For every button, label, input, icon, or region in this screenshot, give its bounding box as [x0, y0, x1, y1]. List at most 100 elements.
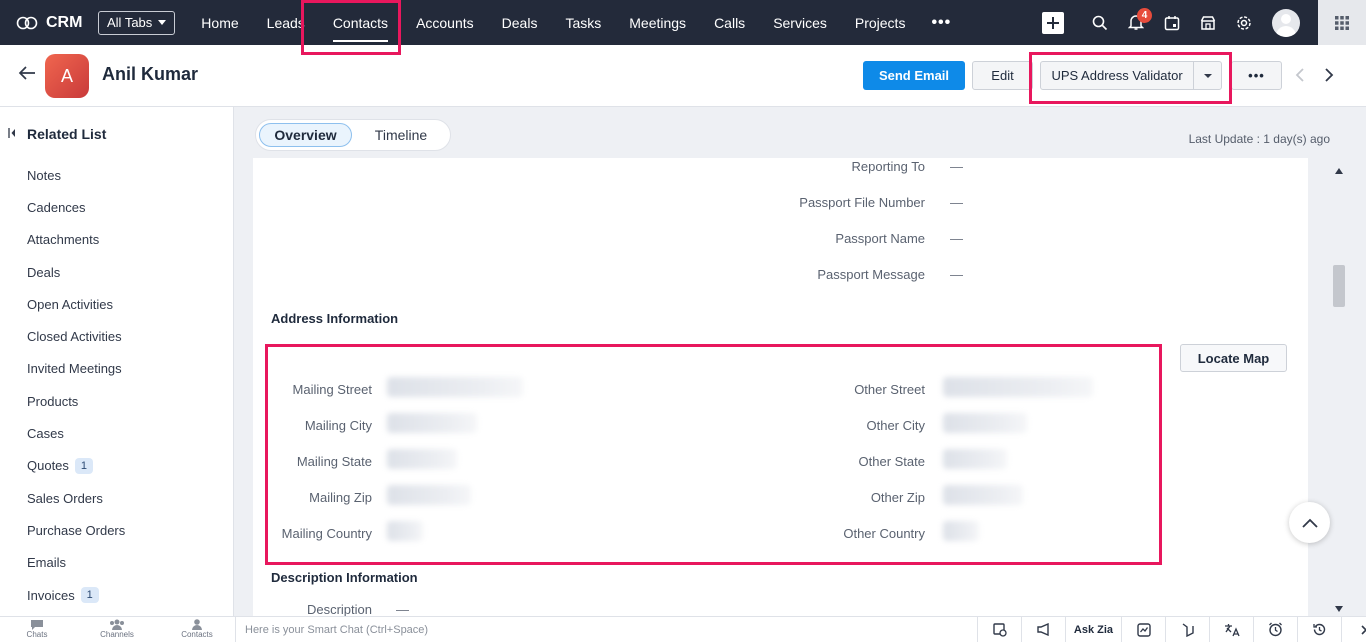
vertical-scrollbar[interactable] — [1330, 163, 1347, 616]
settings-button[interactable] — [1226, 0, 1262, 45]
calendar-icon — [1164, 15, 1180, 30]
more-tools-button[interactable] — [1341, 617, 1366, 642]
tab-services[interactable]: Services — [759, 0, 841, 45]
search-button[interactable] — [1082, 0, 1118, 45]
send-email-button[interactable]: Send Email — [863, 61, 965, 90]
scroll-down-arrow-icon — [1335, 606, 1343, 612]
all-tabs-dropdown[interactable]: All Tabs — [98, 10, 176, 35]
count-badge: 1 — [74, 457, 93, 474]
channels-label: Channels — [100, 630, 134, 639]
related-item-notes[interactable]: Notes — [27, 159, 125, 191]
related-item-deals[interactable]: Deals — [27, 256, 125, 288]
field-value-mailing-state-redacted[interactable] — [387, 449, 457, 469]
tab-tasks[interactable]: Tasks — [551, 0, 615, 45]
store-icon — [1200, 15, 1216, 30]
field-value-other-country-redacted[interactable] — [943, 521, 979, 541]
create-new-button[interactable] — [1042, 11, 1064, 34]
translate-button[interactable] — [1209, 617, 1253, 642]
more-tabs-button[interactable]: ••• — [919, 0, 963, 45]
tab-overview[interactable]: Overview — [259, 123, 352, 147]
field-value-reporting-to[interactable]: — — [950, 159, 963, 174]
tab-timeline[interactable]: Timeline — [366, 123, 436, 147]
more-actions-button[interactable]: ••• — [1231, 61, 1282, 90]
field-value-passport-name[interactable]: — — [950, 231, 963, 246]
scroll-to-top-button[interactable] — [1289, 502, 1330, 543]
related-item-label: Purchase Orders — [27, 522, 126, 538]
top-navigation: CRM All Tabs Home Leads Contacts Account… — [0, 0, 1366, 45]
related-item-sales-orders[interactable]: Sales Orders — [27, 482, 125, 514]
notifications-button[interactable]: 4 — [1118, 0, 1154, 45]
signals-button[interactable] — [1121, 617, 1165, 642]
related-item-label: Attachments — [27, 232, 100, 248]
related-item-purchase-orders[interactable]: Purchase Orders — [27, 514, 125, 546]
calendar-button[interactable] — [1154, 0, 1190, 45]
crm-logo-icon — [16, 16, 38, 29]
smart-chat-input[interactable]: Here is your Smart Chat (Ctrl+Space) — [235, 617, 977, 642]
tab-contacts[interactable]: Contacts — [319, 0, 402, 45]
tab-meetings[interactable]: Meetings — [615, 0, 700, 45]
scrollbar-thumb[interactable] — [1333, 265, 1345, 307]
related-item-attachments[interactable]: Attachments — [27, 224, 125, 256]
history-button[interactable] — [1297, 617, 1341, 642]
collapse-panel-button[interactable] — [8, 127, 16, 142]
view-switcher: Overview Timeline — [255, 119, 451, 151]
tab-calls[interactable]: Calls — [700, 0, 759, 45]
field-value-other-street-redacted[interactable] — [943, 377, 1093, 397]
related-item-cadences[interactable]: Cadences — [27, 191, 125, 223]
field-value-passport-file-number[interactable]: — — [950, 195, 963, 210]
related-item-quotes[interactable]: Quotes 1 — [27, 450, 125, 482]
back-button[interactable] — [18, 65, 36, 84]
gear-icon — [1237, 15, 1251, 30]
contact-icon — [192, 619, 202, 630]
tab-accounts[interactable]: Accounts — [402, 0, 488, 45]
field-value-other-city-redacted[interactable] — [943, 413, 1027, 433]
related-item-closed-activities[interactable]: Closed Activities — [27, 320, 125, 352]
collapse-left-icon — [8, 128, 15, 138]
next-record-button[interactable] — [1323, 67, 1335, 86]
user-avatar[interactable] — [1272, 8, 1300, 37]
locate-map-button[interactable]: Locate Map — [1180, 344, 1287, 372]
ask-zia-button[interactable]: Ask Zia — [1065, 617, 1121, 642]
megaphone-icon — [1036, 623, 1049, 636]
app-launcher-button[interactable] — [1318, 0, 1366, 45]
section-title-description: Description Information — [271, 570, 418, 585]
field-label-mailing-street: Mailing Street — [292, 382, 372, 397]
scroll-up-arrow-icon — [1335, 168, 1343, 174]
plus-icon — [1047, 16, 1059, 29]
contacts-button[interactable]: Contacts — [167, 619, 227, 639]
field-value-mailing-zip-redacted[interactable] — [387, 485, 471, 505]
related-item-invited-meetings[interactable]: Invited Meetings — [27, 353, 125, 385]
field-value-other-state-redacted[interactable] — [943, 449, 1007, 469]
marketplace-button[interactable] — [1190, 0, 1226, 45]
crm-logo[interactable]: CRM — [0, 14, 98, 32]
field-value-mailing-country-redacted[interactable] — [387, 521, 423, 541]
related-item-open-activities[interactable]: Open Activities — [27, 288, 125, 320]
related-item-emails[interactable]: Emails — [27, 547, 125, 579]
ups-dropdown-toggle[interactable] — [1194, 73, 1221, 78]
tab-deals[interactable]: Deals — [488, 0, 552, 45]
field-label-description: Description — [306, 602, 372, 616]
tab-home[interactable]: Home — [187, 0, 252, 45]
field-value-passport-message[interactable]: — — [950, 267, 963, 282]
recent-items-button[interactable] — [1165, 617, 1209, 642]
meeting-tool-button[interactable] — [977, 617, 1021, 642]
tab-projects[interactable]: Projects — [841, 0, 920, 45]
related-item-invoices[interactable]: Invoices 1 — [27, 579, 125, 611]
related-item-products[interactable]: Products — [27, 385, 125, 417]
field-value-mailing-street-redacted[interactable] — [387, 377, 523, 397]
channels-button[interactable]: Channels — [87, 619, 147, 639]
ups-address-validator-button[interactable]: UPS Address Validator — [1040, 61, 1222, 90]
chats-button[interactable]: Chats — [7, 619, 67, 639]
last-update-text: Last Update : 1 day(s) ago — [1188, 132, 1330, 146]
related-item-cases[interactable]: Cases — [27, 417, 125, 449]
field-value-other-zip-redacted[interactable] — [943, 485, 1023, 505]
reminders-button[interactable] — [1253, 617, 1297, 642]
field-label-passport-message: Passport Message — [817, 267, 925, 282]
field-value-mailing-city-redacted[interactable] — [387, 413, 477, 433]
tab-leads[interactable]: Leads — [253, 0, 319, 45]
previous-record-button[interactable] — [1294, 67, 1306, 86]
field-value-description[interactable]: — — [396, 602, 409, 616]
announcements-button[interactable] — [1021, 617, 1065, 642]
related-item-label: Products — [27, 393, 79, 409]
edit-button[interactable]: Edit — [972, 61, 1033, 90]
